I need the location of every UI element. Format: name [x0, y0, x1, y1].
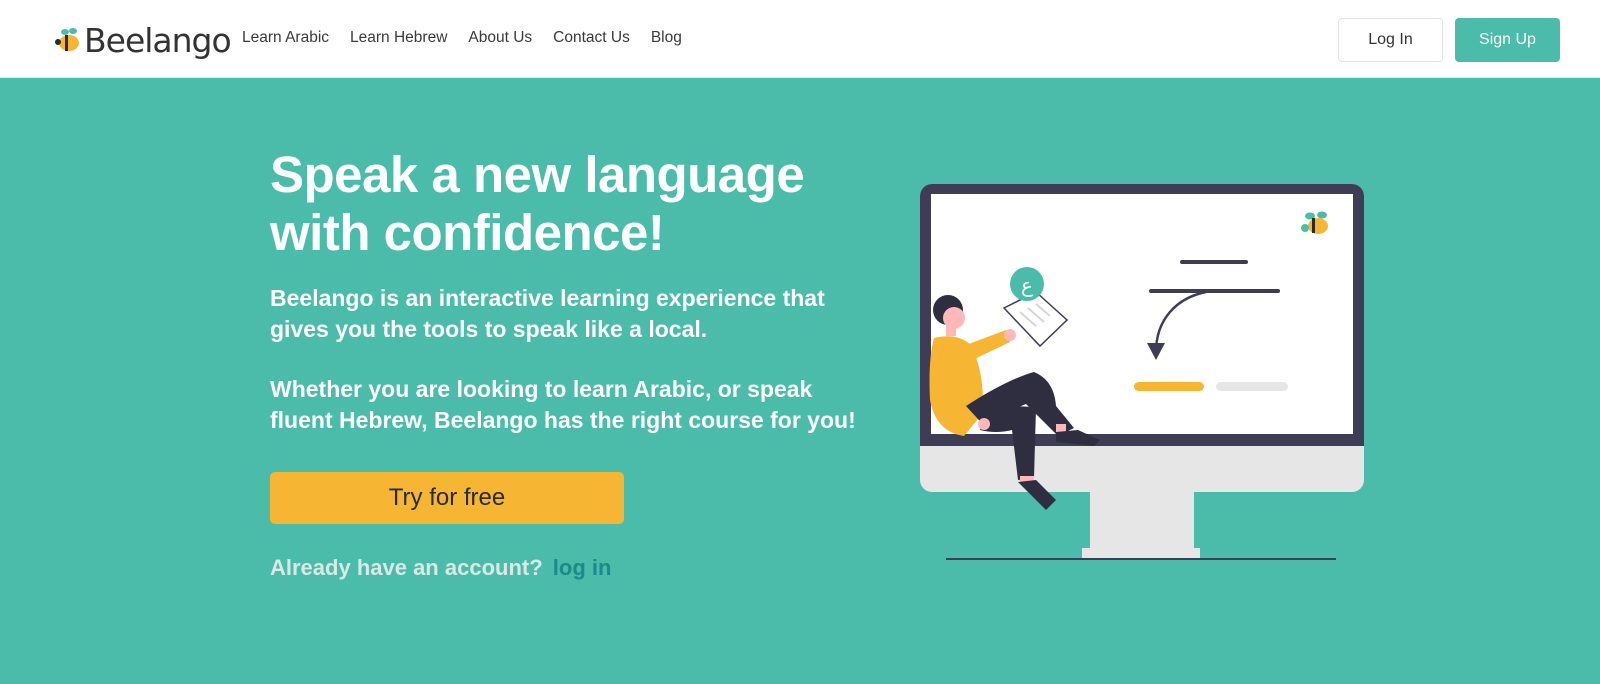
hero-description-line1: Beelango is an interactive learning expe… [270, 285, 825, 311]
signup-button[interactable]: Sign Up [1455, 18, 1560, 62]
hero-title-line1: Speak a new language [270, 146, 805, 203]
nav-blog[interactable]: Blog [651, 29, 682, 47]
login-prompt-text: Already have an account? [270, 555, 543, 580]
try-for-free-button[interactable]: Try for free [270, 472, 624, 524]
arabic-glyph: ع [1021, 273, 1033, 297]
progress-bar-empty [1216, 382, 1288, 391]
login-link[interactable]: log in [553, 555, 612, 580]
hero-title: Speak a new language with confidence! [270, 146, 870, 262]
monitor-base [1082, 548, 1200, 558]
nav-about-us[interactable]: About Us [468, 29, 532, 47]
login-button[interactable]: Log In [1338, 18, 1443, 62]
monitor-illustration: ع [920, 184, 1364, 560]
nav-learn-arabic[interactable]: Learn Arabic [242, 29, 329, 47]
nav-contact-us[interactable]: Contact Us [553, 29, 630, 47]
bee-logo-icon [55, 28, 79, 51]
nav-learn-hebrew[interactable]: Learn Hebrew [350, 29, 447, 47]
login-prompt: Already have an account? log in [270, 555, 611, 581]
brand-logo[interactable]: Beelango [54, 18, 232, 62]
hero-course-line2: fluent Hebrew, Beelango has the right co… [270, 407, 856, 433]
brand-name: Beelango [84, 20, 232, 60]
hero-course-line1: Whether you are looking to learn Arabic,… [270, 376, 813, 402]
hero-description: Beelango is an interactive learning expe… [270, 283, 890, 345]
hero-course-description: Whether you are looking to learn Arabic,… [270, 374, 890, 436]
progress-bar-filled [1134, 382, 1204, 391]
monitor-stand [1090, 486, 1194, 550]
main-nav: Learn Arabic Learn Hebrew About Us Conta… [242, 29, 703, 47]
top-navbar: Beelango Learn Arabic Learn Hebrew About… [0, 0, 1600, 78]
hero-description-line2: gives you the tools to speak like a loca… [270, 316, 708, 342]
hero-title-line2: with confidence! [270, 204, 665, 261]
